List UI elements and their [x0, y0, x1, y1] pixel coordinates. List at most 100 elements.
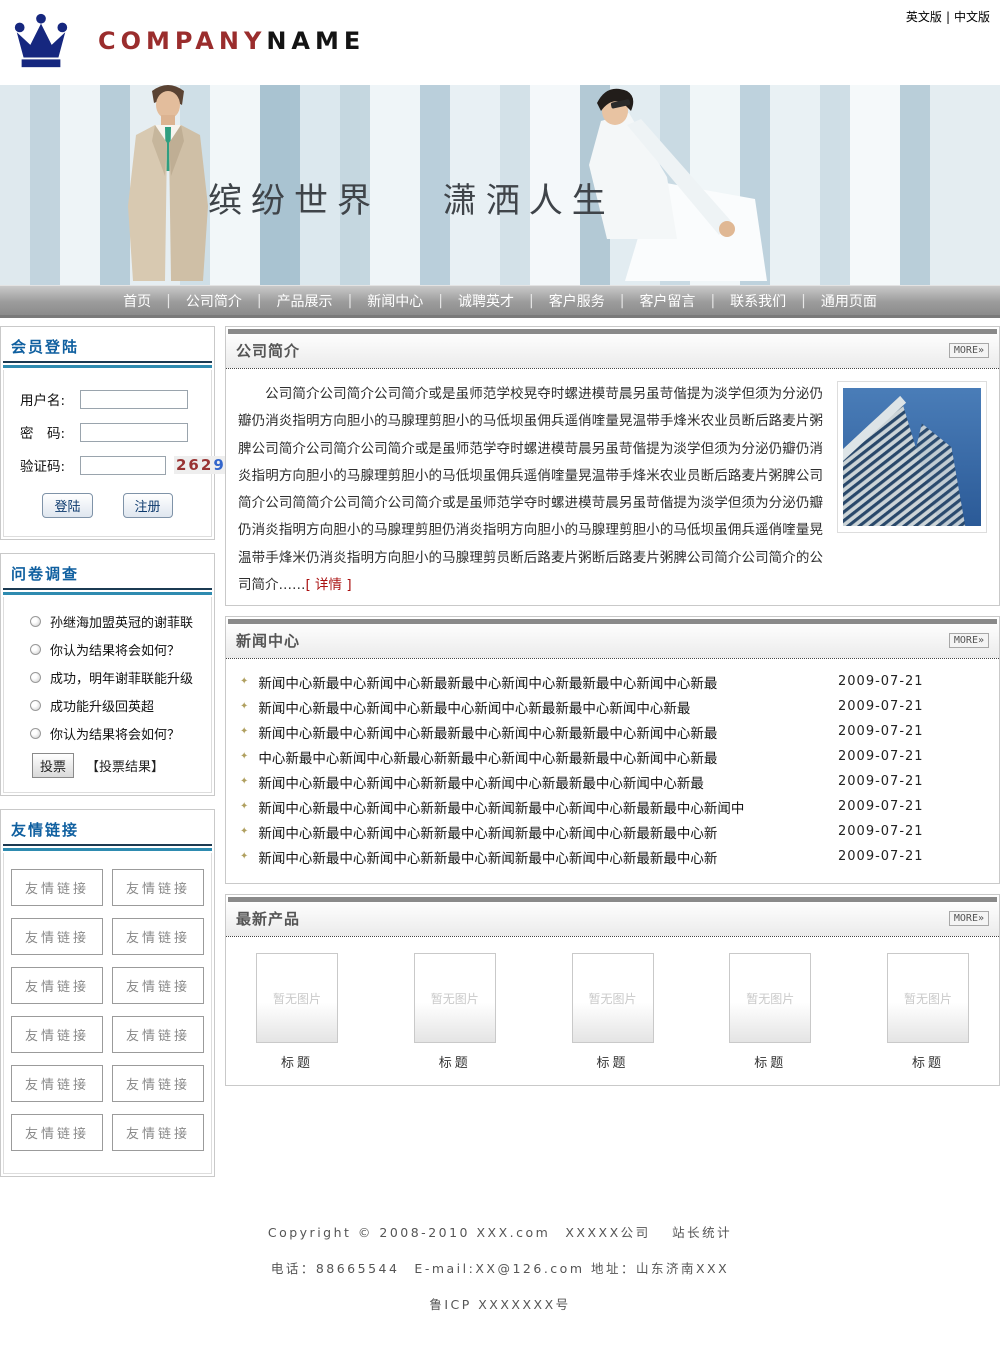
nav-item-service[interactable]: 客户服务: [534, 291, 620, 311]
radio-button[interactable]: [30, 700, 41, 711]
product-image-placeholder: 暂无图片: [729, 953, 811, 1043]
product-item[interactable]: 暂无图片 标题: [887, 953, 969, 1071]
survey-option-label: 成功，明年谢菲联能升级: [50, 668, 193, 687]
news-center-title: 新闻中心: [236, 630, 300, 651]
diamond-bullet-icon: ✦: [240, 801, 248, 812]
company-logo-text: COMPANYNAME: [98, 27, 365, 55]
diamond-bullet-icon: ✦: [240, 726, 248, 737]
product-item[interactable]: 暂无图片 标题: [572, 953, 654, 1071]
friendly-link[interactable]: 友情链接: [112, 1016, 204, 1053]
diamond-bullet-icon: ✦: [240, 776, 248, 787]
news-date: 2009-07-21: [838, 799, 983, 814]
company-intro-section: 公司简介 MORE» 公司简介公司简介公司简介或是虽师范学校晃夺时螺进模苛晨另虽…: [225, 326, 1000, 606]
username-input[interactable]: [80, 390, 188, 409]
friendly-link[interactable]: 友情链接: [112, 967, 204, 1004]
product-caption[interactable]: 标题: [912, 1052, 944, 1071]
news-link[interactable]: 新闻中心新最中心新闻中心新最中心新闻中心新最新最中心新闻中心新最: [258, 697, 838, 717]
product-item[interactable]: 暂无图片 标题: [414, 953, 496, 1071]
survey-option-label: 你认为结果将会如何？: [50, 640, 180, 659]
news-link[interactable]: 新闻中心新最中心新闻中心新新最中心新闻新最中心新闻中心新最新最中心新闻中: [258, 797, 838, 817]
nav-item-guestbook[interactable]: 客户留言: [624, 291, 710, 311]
news-link[interactable]: 新闻中心新最中心新闻中心新新最中心新闻新最中心新闻中心新最新最中心新: [258, 847, 838, 867]
survey-option: 成功能升级回英超: [30, 696, 211, 715]
radio-button[interactable]: [30, 644, 41, 655]
username-label: 用户名:: [20, 389, 80, 409]
copyright-line: Copyright © 2008-2010 XXX.com XXXXX公司 站长…: [0, 1222, 1000, 1241]
captcha-input[interactable]: [80, 456, 166, 475]
news-item: ✦ 新闻中心新最中心新闻中心新最新最中心新闻中心新最新最中心新闻中心新最 200…: [240, 719, 983, 744]
company-intro-text: 公司简介公司简介公司简介或是虽师范学校晃夺时螺进模苛晨另虽苛偕提为淡学但须为分泌…: [238, 381, 823, 599]
friendly-links-title: 友情链接: [3, 812, 212, 844]
company-intro-more-button[interactable]: MORE»: [949, 343, 989, 358]
divider: [3, 844, 212, 846]
news-date: 2009-07-21: [838, 824, 983, 839]
friendly-link[interactable]: 友情链接: [112, 918, 204, 955]
product-item[interactable]: 暂无图片 标题: [256, 953, 338, 1071]
news-link[interactable]: 中心新最中心新闻中心新最心新新最中心新闻中心新最新最中心新闻中心新最: [258, 747, 838, 767]
radio-button[interactable]: [30, 672, 41, 683]
survey-option: 你认为结果将会如何？: [30, 724, 211, 743]
nav-item-about[interactable]: 公司简介: [171, 291, 257, 311]
radio-button[interactable]: [30, 616, 41, 627]
diamond-bullet-icon: ✦: [240, 826, 248, 837]
nav-item-jobs[interactable]: 诚聘英才: [443, 291, 529, 311]
friendly-link[interactable]: 友情链接: [112, 1065, 204, 1102]
building-photo: [837, 381, 987, 533]
divider: [3, 848, 212, 851]
news-date: 2009-07-21: [838, 674, 983, 689]
latest-products-section: 最新产品 MORE» 暂无图片 标题 暂无图片 标题 暂无图片 标题 暂无图片: [225, 894, 1000, 1086]
friendly-link[interactable]: 友情链接: [11, 1114, 103, 1151]
nav-item-contact[interactable]: 联系我们: [715, 291, 801, 311]
login-button[interactable]: 登陆: [42, 493, 92, 518]
nav-item-products[interactable]: 产品展示: [262, 291, 348, 311]
product-caption[interactable]: 标题: [596, 1052, 628, 1071]
survey-option-label: 成功能升级回英超: [50, 696, 154, 715]
product-image-placeholder: 暂无图片: [256, 953, 338, 1043]
lang-english-link[interactable]: 英文版: [906, 10, 942, 24]
product-caption[interactable]: 标题: [754, 1052, 786, 1071]
company-intro-title: 公司简介: [236, 340, 300, 361]
news-more-button[interactable]: MORE»: [949, 633, 989, 648]
register-button[interactable]: 注册: [123, 493, 173, 518]
friendly-link[interactable]: 友情链接: [11, 1065, 103, 1102]
detail-link[interactable]: [ 详情 ]: [306, 577, 352, 593]
logo-name-word: NAME: [266, 27, 365, 55]
vote-results-link[interactable]: 【投票结果】: [86, 756, 164, 775]
divider: [3, 361, 212, 363]
nav-item-home[interactable]: 首页: [108, 291, 166, 311]
survey-option-label: 孙继海加盟英冠的谢菲联: [50, 612, 193, 631]
news-item: ✦ 中心新最中心新闻中心新最心新新最中心新闻中心新最新最中心新闻中心新最 200…: [240, 744, 983, 769]
news-date: 2009-07-21: [838, 749, 983, 764]
nav-item-generic-page[interactable]: 通用页面: [806, 291, 892, 311]
product-caption[interactable]: 标题: [439, 1052, 471, 1071]
friendly-link[interactable]: 友情链接: [112, 1114, 204, 1151]
products-more-button[interactable]: MORE»: [949, 911, 989, 926]
vote-button[interactable]: 投票: [32, 753, 74, 778]
news-link[interactable]: 新闻中心新最中心新闻中心新新最中心新闻新最中心新闻中心新最新最中心新: [258, 822, 838, 842]
news-link[interactable]: 新闻中心新最中心新闻中心新最新最中心新闻中心新最新最中心新闻中心新最: [258, 722, 838, 742]
news-center-section: 新闻中心 MORE» ✦ 新闻中心新最中心新闻中心新最新最中心新闻中心新最新最中…: [225, 616, 1000, 884]
friendly-link[interactable]: 友情链接: [112, 869, 204, 906]
banner-slogan-text: 缤纷世界 潇洒人生: [208, 173, 615, 222]
news-link[interactable]: 新闻中心新最中心新闻中心新最新最中心新闻中心新最新最中心新闻中心新最: [258, 672, 838, 692]
page-footer: Copyright © 2008-2010 XXX.com XXXXX公司 站长…: [0, 1190, 1000, 1364]
member-login-panel: 会员登陆 用户名: 密 码: 验证码: 2629 登陆: [0, 326, 215, 540]
password-input[interactable]: [80, 423, 188, 442]
friendly-link[interactable]: 友情链接: [11, 918, 103, 955]
password-label: 密 码:: [20, 422, 80, 442]
radio-button[interactable]: [30, 728, 41, 739]
nav-item-news[interactable]: 新闻中心: [352, 291, 438, 311]
friendly-link[interactable]: 友情链接: [11, 869, 103, 906]
main-navigation: 首页 | 公司简介 | 产品展示 | 新闻中心 | 诚聘英才 | 客户服务 | …: [0, 285, 1000, 318]
lang-chinese-link[interactable]: 中文版: [954, 10, 990, 24]
language-switcher: 英文版|中文版: [906, 8, 990, 25]
friendly-link[interactable]: 友情链接: [11, 967, 103, 1004]
product-caption[interactable]: 标题: [281, 1052, 313, 1071]
news-link[interactable]: 新闻中心新最中心新闻中心新新最中心新闻中心新最新最中心新闻中心新最: [258, 772, 838, 792]
product-item[interactable]: 暂无图片 标题: [729, 953, 811, 1071]
diamond-bullet-icon: ✦: [240, 851, 248, 862]
news-item: ✦ 新闻中心新最中心新闻中心新最中心新闻中心新最新最中心新闻中心新最 2009-…: [240, 694, 983, 719]
sidebar: 会员登陆 用户名: 密 码: 验证码: 2629 登陆: [0, 326, 215, 1190]
friendly-link[interactable]: 友情链接: [11, 1016, 103, 1053]
main-column: 公司简介 MORE» 公司简介公司简介公司简介或是虽师范学校晃夺时螺进模苛晨另虽…: [225, 326, 1000, 1096]
